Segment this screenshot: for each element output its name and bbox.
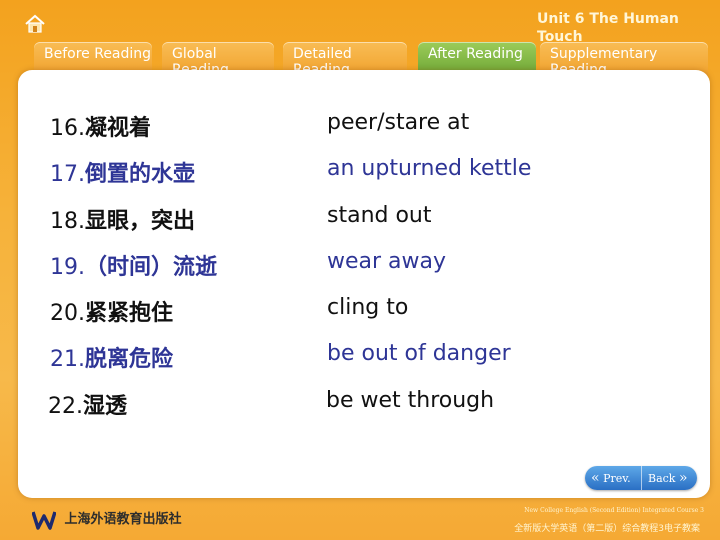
english-term: peer/stare at [327, 110, 470, 135]
double-chevron-right-icon: » [678, 470, 688, 486]
vocab-row: 18.显眼，突出 stand out [18, 203, 710, 234]
english-term: wear away [327, 249, 447, 274]
vocab-row: 22.湿透 be wet through [18, 388, 710, 419]
course-title-en: New College English (Second Edition) Int… [524, 507, 704, 514]
back-label: Back [648, 472, 676, 485]
course-title-cn: 全新版大学英语（第二版）综合教程3电子教案 [514, 524, 700, 534]
publisher-w-icon [32, 510, 56, 530]
chinese-term: 19.（时间）流逝 [50, 255, 218, 280]
chinese-term: 17.倒置的水壶 [50, 162, 196, 187]
vocab-row: 20.紧紧抱住 cling to [18, 295, 710, 326]
publisher-logo: 上海外语教育出版社 [32, 508, 182, 532]
chinese-term: 18.显眼，突出 [50, 209, 196, 234]
english-term: cling to [327, 295, 409, 320]
vocab-row: 16.凝视着 peer/stare at [18, 110, 710, 141]
double-chevron-left-icon: « [591, 470, 600, 486]
publisher-name: 上海外语教育出版社 [64, 512, 182, 527]
prev-button[interactable]: « Prev. [591, 466, 641, 490]
english-term: be wet through [326, 388, 495, 413]
chinese-term: 21.脱离危险 [50, 347, 174, 372]
vocab-row: 21.脱离危险 be out of danger [18, 341, 710, 372]
unit-title: Unit 6 The Human Touch [537, 11, 679, 45]
nav-button-group: « Prev. Back » [585, 466, 697, 490]
content-panel: 16.凝视着 peer/stare at 17.倒置的水壶 an upturne… [18, 70, 710, 498]
vocab-row: 19.（时间）流逝 wear away [18, 249, 710, 280]
back-button[interactable]: Back » [641, 466, 693, 490]
chinese-term: 22.湿透 [48, 394, 128, 419]
home-icon[interactable] [24, 13, 46, 35]
english-term: an upturned kettle [327, 156, 532, 181]
english-term: be out of danger [327, 341, 511, 366]
english-term: stand out [327, 203, 432, 228]
chinese-term: 16.凝视着 [50, 116, 152, 141]
chinese-term: 20.紧紧抱住 [50, 301, 174, 326]
prev-label: Prev. [603, 472, 631, 485]
vocab-row: 17.倒置的水壶 an upturned kettle [18, 156, 710, 187]
